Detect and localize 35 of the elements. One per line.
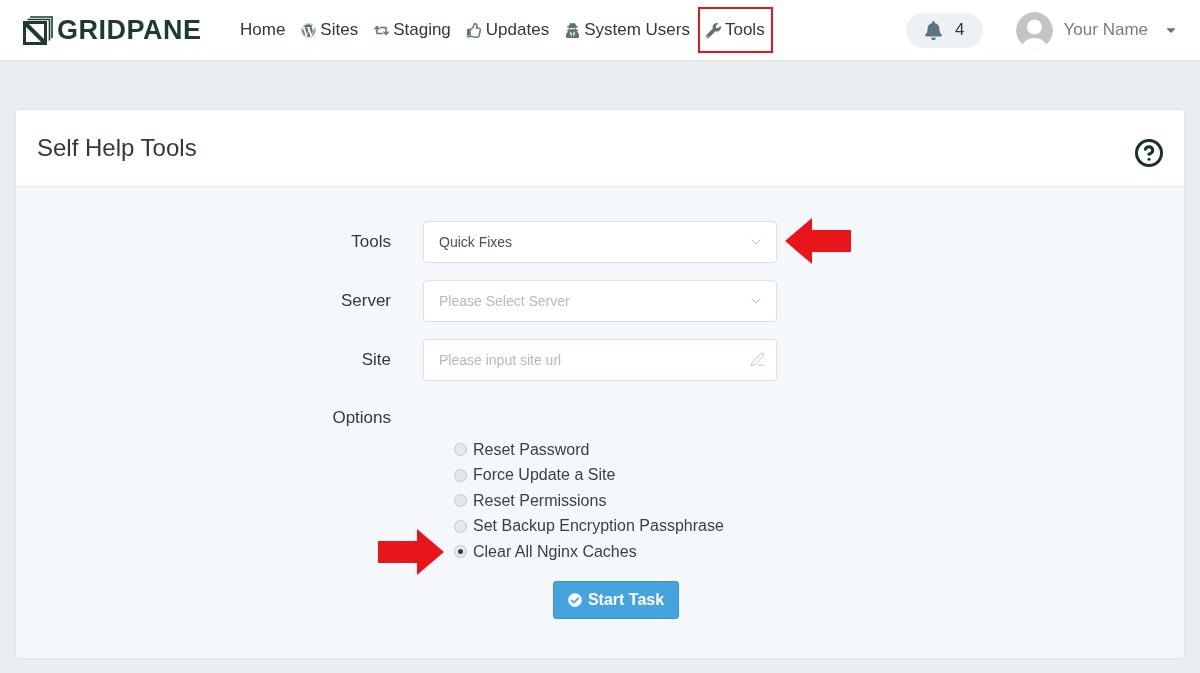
user-menu[interactable]: Your Name — [1015, 11, 1178, 49]
option-label[interactable]: Reset Permissions — [473, 488, 607, 513]
pencil-icon — [750, 352, 765, 367]
nav-link[interactable]: Sites — [293, 7, 367, 53]
option-label[interactable]: Reset Password — [473, 437, 590, 462]
thumbs-up-icon — [466, 22, 482, 38]
radio-button[interactable] — [454, 519, 467, 533]
user-avatar-icon — [1015, 11, 1053, 49]
dropdown-select[interactable]: Quick Fixes — [423, 221, 777, 263]
field-label: Site — [361, 349, 391, 372]
option-label[interactable]: Force Update a Site — [473, 463, 616, 488]
field-label: Tools — [351, 231, 391, 254]
nav-link[interactable]: Updates — [458, 7, 558, 53]
options-label: Options — [332, 407, 391, 430]
wrench-icon — [705, 22, 721, 38]
incognito-user-icon — [565, 22, 581, 38]
radio-button[interactable] — [454, 468, 467, 482]
nav-link[interactable]: Tools — [697, 7, 773, 53]
field-label: Server — [340, 290, 391, 313]
nav-link[interactable]: System Users — [557, 7, 698, 53]
card-title: Self Help Tools — [37, 136, 197, 160]
radio-button[interactable] — [454, 443, 467, 457]
radio-button[interactable] — [454, 494, 467, 508]
nav-link[interactable]: Home — [232, 7, 294, 53]
option-label[interactable]: Clear All Nginx Caches — [473, 539, 637, 564]
radio-button[interactable] — [454, 545, 467, 559]
help-icon[interactable] — [1134, 138, 1164, 168]
nav-link[interactable]: Staging — [366, 7, 459, 53]
wordpress-icon — [301, 22, 317, 38]
logo-icon — [23, 15, 53, 45]
text-input[interactable]: Please input site url — [423, 339, 777, 381]
notifications-button[interactable]: 4 — [906, 12, 983, 48]
bell-icon — [924, 20, 944, 40]
option-label[interactable]: Set Backup Encryption Passphrase — [473, 514, 724, 539]
logo-text: GRIDPANE — [57, 16, 202, 44]
